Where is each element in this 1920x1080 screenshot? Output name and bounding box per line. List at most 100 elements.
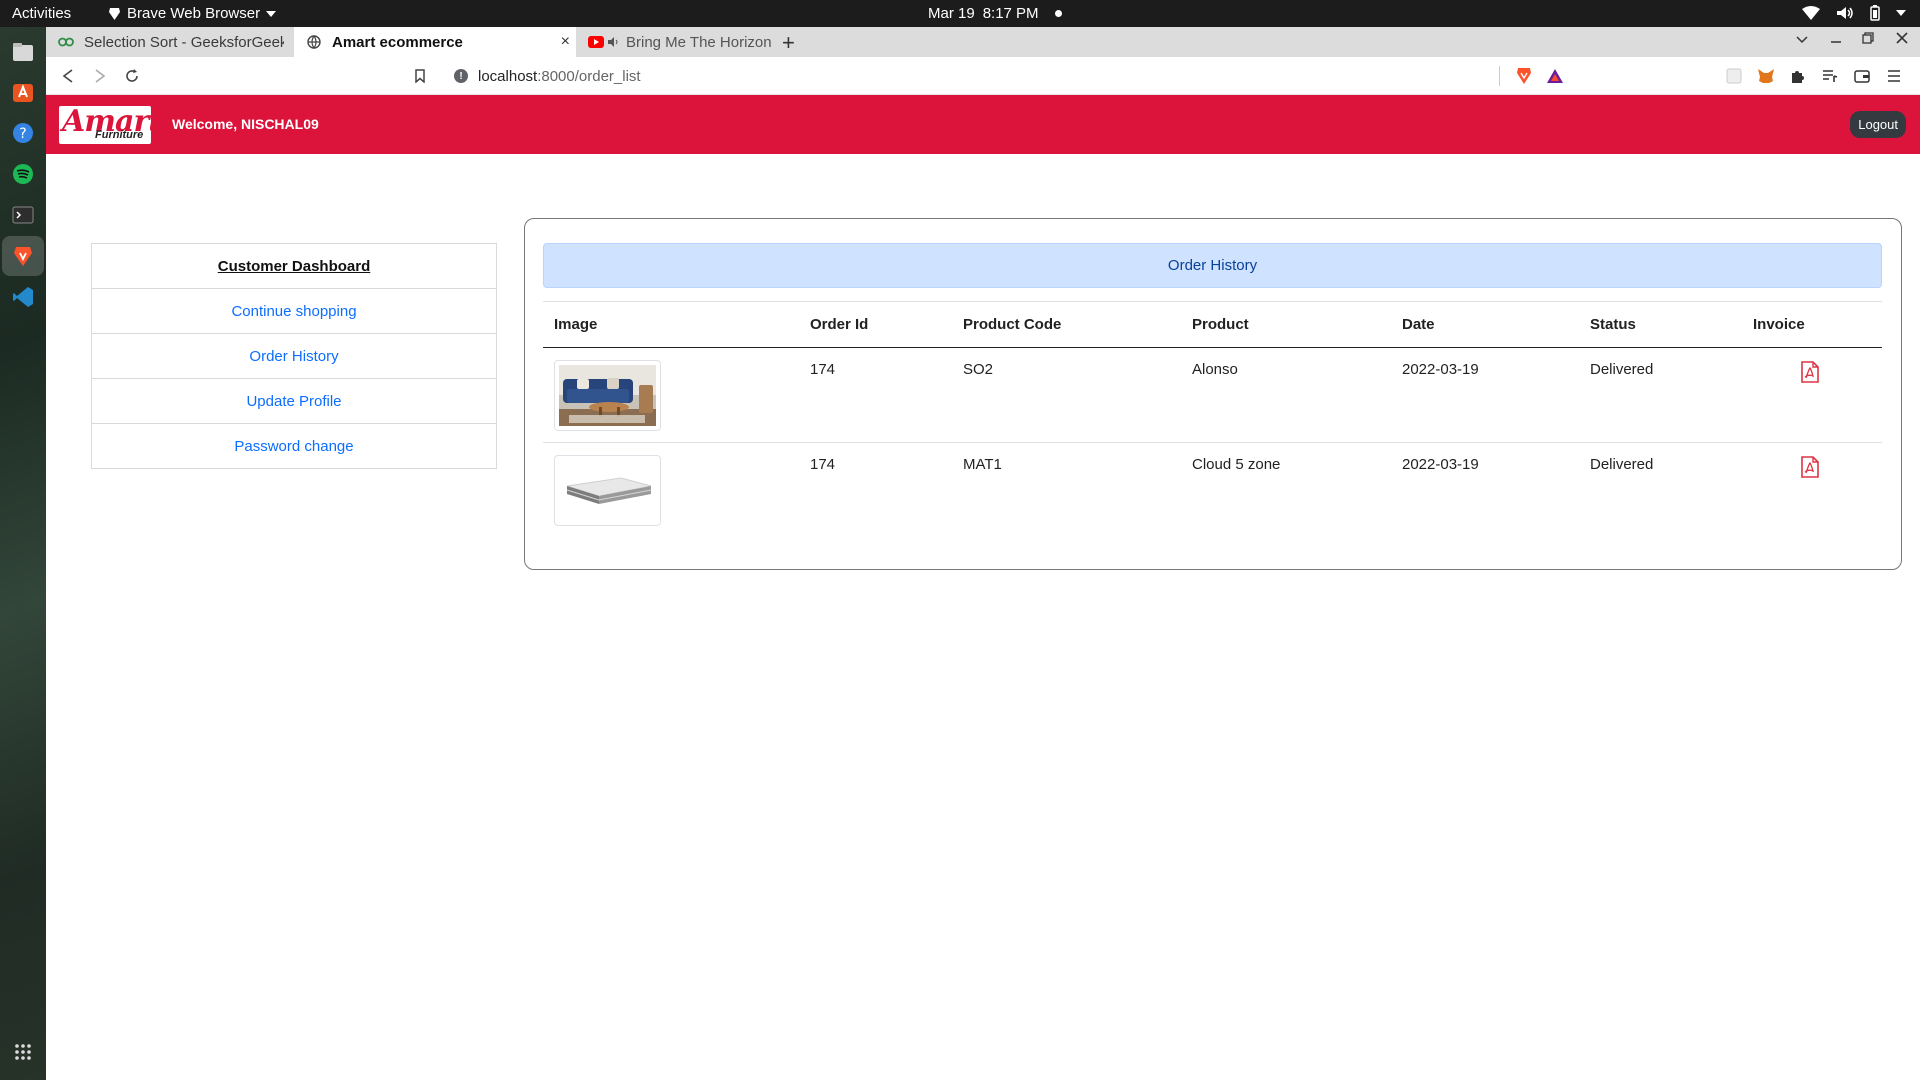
url-text[interactable]: localhost:8000/order_list bbox=[478, 68, 641, 85]
tab-geeksforgeeks[interactable]: Selection Sort - GeeksforGeek bbox=[46, 27, 286, 57]
show-applications-icon[interactable] bbox=[8, 1037, 38, 1067]
bookmark-icon[interactable] bbox=[410, 66, 430, 86]
clock[interactable]: Mar 19 8:17 PM bbox=[928, 5, 1062, 22]
column-header-invoice: Invoice bbox=[1742, 301, 1882, 348]
system-status-area[interactable] bbox=[1802, 5, 1906, 21]
column-header-status: Status bbox=[1579, 301, 1742, 348]
logout-button[interactable]: Logout bbox=[1850, 111, 1906, 138]
cell-date: 2022-03-19 bbox=[1391, 347, 1579, 443]
cell-image bbox=[543, 443, 799, 538]
tab-title: Selection Sort - GeeksforGeek bbox=[84, 33, 284, 51]
table-row: 174 MAT1 Cloud 5 zone 2022-03-19 Deliver… bbox=[543, 443, 1882, 538]
tab-title: Bring Me The Horizon - MA bbox=[626, 33, 776, 51]
activities-button[interactable]: Activities bbox=[12, 5, 71, 22]
sidebar-item-update-profile[interactable]: Update Profile bbox=[91, 379, 497, 424]
caret-down-icon bbox=[266, 10, 277, 17]
column-header-order-id: Order Id bbox=[799, 301, 952, 348]
cell-product: Cloud 5 zone bbox=[1192, 456, 1281, 473]
cell-order-id: 174 bbox=[799, 347, 952, 443]
cell-product: Alonso bbox=[1181, 347, 1391, 443]
notification-dot bbox=[1054, 10, 1062, 17]
restore-window-icon[interactable] bbox=[1862, 31, 1874, 48]
tab-strip: Selection Sort - GeeksforGeek Amart ecom… bbox=[46, 27, 1920, 57]
brave-rewards-icon[interactable] bbox=[1546, 68, 1564, 89]
volume-icon bbox=[1837, 7, 1853, 19]
battery-icon bbox=[1870, 5, 1880, 21]
tab-title: Amart ecommerce bbox=[332, 33, 463, 51]
mattress-image[interactable] bbox=[554, 455, 661, 526]
metamask-icon[interactable] bbox=[1756, 66, 1776, 86]
help-icon[interactable]: ? bbox=[8, 118, 38, 148]
menu-icon[interactable] bbox=[1884, 66, 1904, 86]
tab-amart-ecommerce[interactable]: Amart ecommerce × bbox=[294, 27, 576, 57]
close-window-icon[interactable] bbox=[1896, 31, 1908, 48]
wallet-icon[interactable] bbox=[1852, 66, 1872, 86]
cell-status: Delivered bbox=[1579, 347, 1742, 443]
order-history-panel: Order History Image Order Id Product Cod… bbox=[524, 218, 1902, 570]
cell-product-code: SO2 bbox=[952, 347, 1181, 443]
sofa-image[interactable] bbox=[554, 360, 661, 431]
order-table: Image Order Id Product Code Product Date… bbox=[543, 301, 1882, 538]
column-header-product-code: Product Code bbox=[952, 301, 1181, 348]
software-center-icon[interactable] bbox=[8, 77, 38, 107]
files-icon[interactable] bbox=[8, 37, 38, 67]
brave-lion-icon bbox=[109, 7, 120, 20]
site-header: Amart Furniture Welcome, NISCHAL09 Logou… bbox=[46, 95, 1920, 154]
brave-browser-icon[interactable] bbox=[8, 241, 38, 271]
power-menu-caret-icon bbox=[1896, 10, 1906, 16]
system-top-bar: Activities Brave Web Browser Mar 19 8:17… bbox=[0, 0, 1920, 27]
cell-invoice bbox=[1742, 443, 1882, 538]
globe-icon bbox=[306, 34, 322, 50]
vscode-icon[interactable] bbox=[8, 282, 38, 312]
app-menu[interactable]: Brave Web Browser bbox=[108, 5, 277, 22]
pdf-icon[interactable] bbox=[1801, 361, 1819, 387]
brave-shields-icon[interactable] bbox=[1516, 67, 1532, 90]
customer-sidebar: Customer Dashboard Continue shopping Ord… bbox=[91, 243, 497, 469]
dock: ? bbox=[0, 27, 46, 1080]
tab-search-chevron-icon[interactable] bbox=[1796, 31, 1808, 48]
playlist-icon[interactable] bbox=[1820, 66, 1840, 86]
geeksforgeeks-icon bbox=[58, 34, 74, 50]
minimize-window-icon[interactable] bbox=[1830, 31, 1842, 48]
cell-date: 2022-03-19 bbox=[1402, 456, 1479, 473]
cell-image bbox=[543, 347, 799, 443]
cell-invoice bbox=[1742, 347, 1882, 443]
url-path: :8000/order_list bbox=[537, 67, 641, 85]
browser-toolbar: ! localhost:8000/order_list bbox=[46, 57, 1920, 95]
url-host: localhost bbox=[478, 67, 538, 85]
pdf-icon[interactable] bbox=[1801, 456, 1819, 482]
terminal-icon[interactable] bbox=[8, 200, 38, 230]
wifi-icon bbox=[1802, 6, 1820, 20]
svg-text:?: ? bbox=[19, 126, 26, 142]
new-tab-button[interactable]: + bbox=[782, 30, 795, 56]
media-icon[interactable] bbox=[1724, 66, 1744, 86]
address-bar-divider bbox=[1499, 66, 1500, 86]
sidebar-item-continue-shopping[interactable]: Continue shopping bbox=[91, 289, 497, 334]
table-row: 174 SO2 Alonso 2022-03-19 Delivered bbox=[543, 347, 1882, 443]
cell-product-code: MAT1 bbox=[963, 456, 1002, 473]
address-bar[interactable]: ! localhost:8000/order_list bbox=[446, 62, 1570, 90]
sidebar-item-order-history[interactable]: Order History bbox=[91, 334, 497, 379]
extensions-icon[interactable] bbox=[1788, 66, 1808, 86]
app-name: Brave Web Browser bbox=[127, 5, 261, 22]
column-header-image: Image bbox=[543, 301, 799, 348]
sidebar-heading[interactable]: Customer Dashboard bbox=[91, 243, 497, 289]
cell-order-id: 174 bbox=[810, 456, 836, 473]
order-history-heading: Order History bbox=[543, 243, 1882, 288]
site-info-icon[interactable]: ! bbox=[454, 69, 468, 83]
sidebar-item-password-change[interactable]: Password change bbox=[91, 424, 497, 469]
clock-time: 8:17 PM bbox=[982, 5, 1039, 22]
welcome-text: Welcome, NISCHAL09 bbox=[172, 116, 319, 132]
reload-icon[interactable] bbox=[122, 66, 142, 86]
tab-youtube[interactable]: Bring Me The Horizon - MA bbox=[576, 27, 776, 57]
back-icon[interactable] bbox=[58, 66, 78, 86]
amart-logo[interactable]: Amart Furniture bbox=[59, 106, 151, 144]
youtube-icon bbox=[588, 34, 604, 50]
clock-date: Mar 19 bbox=[928, 5, 975, 22]
audio-playing-icon[interactable] bbox=[608, 34, 620, 50]
forward-icon[interactable] bbox=[90, 66, 110, 86]
cell-status: Delivered bbox=[1590, 456, 1654, 473]
close-tab-icon[interactable]: × bbox=[561, 33, 570, 51]
spotify-icon[interactable] bbox=[8, 159, 38, 189]
logo-subtitle: Furniture bbox=[95, 129, 144, 141]
